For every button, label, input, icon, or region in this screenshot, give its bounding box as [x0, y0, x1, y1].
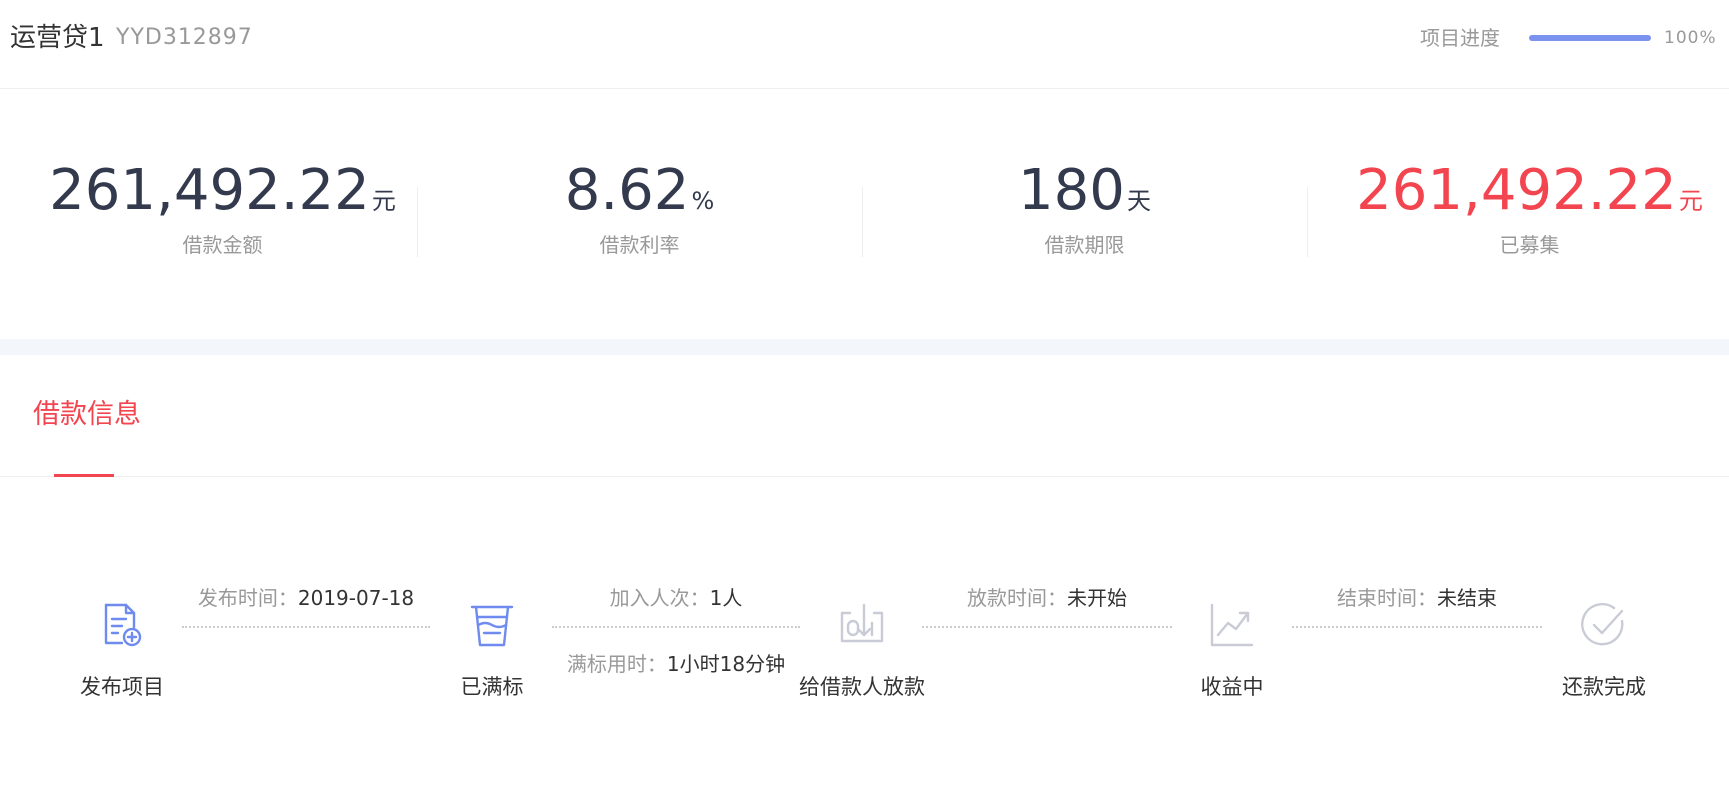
progress-bar-fill [1529, 35, 1651, 41]
stat-value: 8.62 [564, 158, 690, 223]
loan-stats: 261,492.22元 借款金额 8.62% 借款利率 180天 借款期限 26… [0, 89, 1729, 339]
stat-value: 180 [1018, 158, 1125, 223]
section-separator [0, 339, 1729, 355]
stat-unit: 天 [1126, 187, 1151, 215]
progress-label: 项目进度 [1420, 26, 1500, 50]
step-label-repaid: 还款完成 [1562, 675, 1646, 699]
step-label-earning: 收益中 [1200, 675, 1264, 699]
stat-value: 261,492.22 [1356, 158, 1677, 223]
timeline-connector [182, 626, 430, 628]
loan-release-icon [836, 599, 888, 651]
join-count: 加入人次：1人 [609, 586, 743, 610]
stat-loan-amount: 261,492.22元 借款金额 [0, 159, 445, 259]
check-circle-icon [1578, 599, 1630, 651]
progress-timeline: 发布项目 发布时间：2019-07-18 已满标 加入人次：1人 满标用时：1小… [0, 477, 1729, 789]
full-duration: 满标用时：1小时18分钟 [566, 652, 786, 676]
project-header: 运营贷1 YYD312897 项目进度 100% [0, 0, 1729, 89]
step-label-release: 给借款人放款 [799, 675, 925, 699]
stat-label: 借款金额 [182, 233, 263, 257]
tab-bar: 借款信息 [0, 355, 1729, 477]
progress-percent: 100% [1664, 28, 1717, 48]
publish-time: 发布时间：2019-07-18 [197, 586, 415, 610]
stat-value: 261,492.22 [49, 158, 370, 223]
stat-unit: 元 [371, 187, 396, 215]
stat-interest-rate: 8.62% 借款利率 [417, 159, 862, 259]
loan-time: 放款时间：未开始 [967, 586, 1127, 610]
stat-label: 借款利率 [599, 233, 680, 257]
timeline-connector [1292, 626, 1542, 628]
stat-unit: % [691, 187, 715, 215]
project-code: YYD312897 [116, 25, 253, 50]
project-title: 运营贷1 [10, 23, 105, 53]
stat-loan-term: 180天 借款期限 [862, 159, 1307, 259]
timeline-connector [922, 626, 1172, 628]
earnings-chart-icon [1206, 599, 1258, 651]
document-add-icon [96, 599, 148, 651]
progress-bar [1529, 35, 1651, 41]
stat-label: 借款期限 [1044, 233, 1125, 257]
stat-raised: 261,492.22元 已募集 [1307, 159, 1729, 259]
stat-unit: 元 [1678, 187, 1703, 215]
timeline-connector [552, 626, 800, 628]
tab-loan-info[interactable]: 借款信息 [33, 395, 141, 435]
cup-icon [466, 599, 518, 651]
step-label-publish: 发布项目 [80, 675, 164, 699]
stat-label: 已募集 [1499, 233, 1560, 257]
end-time: 结束时间：未结束 [1337, 586, 1497, 610]
